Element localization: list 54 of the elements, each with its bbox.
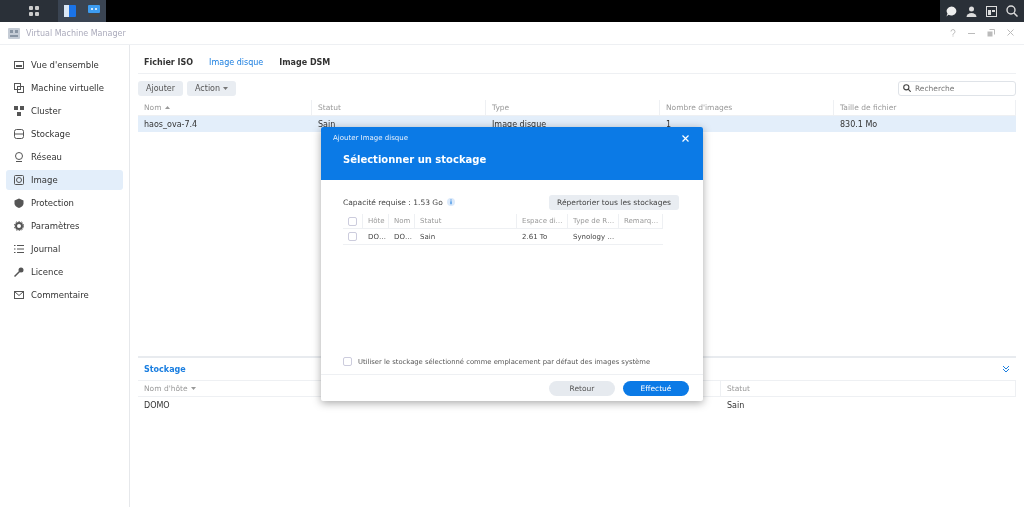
panel-title: Stockage bbox=[144, 364, 186, 374]
table-cell: 830.1 Mo bbox=[834, 116, 1016, 132]
dialog-title: Sélectionner un stockage bbox=[342, 153, 488, 165]
widget-icon[interactable] bbox=[986, 5, 997, 17]
key-icon bbox=[14, 267, 24, 277]
search-icon[interactable] bbox=[1006, 5, 1018, 17]
shield-icon bbox=[14, 198, 24, 208]
sidebar-item[interactable]: Protection bbox=[6, 193, 123, 213]
add-button[interactable]: Ajouter bbox=[138, 80, 183, 96]
app-grid-icon[interactable] bbox=[29, 6, 39, 16]
dashboard-icon bbox=[14, 60, 24, 70]
chat-icon[interactable] bbox=[946, 5, 957, 17]
window-title: Virtual Machine Manager bbox=[26, 28, 127, 38]
collapse-chevron-icon[interactable] bbox=[1002, 365, 1010, 373]
checkbox[interactable] bbox=[348, 216, 357, 226]
info-icon[interactable] bbox=[446, 198, 455, 206]
table-cell: haos_ova-7.4 bbox=[138, 116, 312, 132]
tab[interactable]: Image disque bbox=[209, 51, 264, 73]
dropdown-button[interactable]: Action bbox=[187, 80, 237, 96]
close-icon[interactable] bbox=[1007, 29, 1014, 36]
table-cell: 1 bbox=[660, 116, 834, 132]
sidebar-item[interactable]: Paramètres bbox=[6, 216, 123, 236]
list-icon bbox=[14, 244, 24, 254]
search-icon bbox=[903, 84, 911, 92]
checkbox[interactable] bbox=[343, 357, 352, 366]
sort-up-icon bbox=[164, 106, 170, 109]
sidebar-item[interactable]: Réseau bbox=[6, 147, 123, 167]
sidebar-item[interactable]: Commentaire bbox=[6, 285, 123, 305]
storage-icon bbox=[14, 129, 24, 139]
checkbox[interactable] bbox=[348, 232, 357, 241]
sort-down-icon bbox=[190, 387, 196, 390]
file-station-icon[interactable] bbox=[64, 5, 76, 17]
computer-icon[interactable] bbox=[88, 5, 100, 17]
user-icon[interactable] bbox=[966, 5, 977, 17]
sidebar-item[interactable]: Vue d'ensemble bbox=[6, 55, 123, 75]
mail-icon bbox=[14, 290, 24, 300]
table-cell-text: Sain bbox=[726, 399, 746, 412]
image-icon bbox=[14, 175, 24, 185]
caret-icon bbox=[223, 86, 229, 90]
tab[interactable]: Image DSM bbox=[279, 51, 331, 73]
copy-icon bbox=[14, 83, 24, 93]
sidebar-item[interactable]: Cluster bbox=[6, 101, 123, 121]
sidebar-item[interactable]: Machine virtuelle bbox=[6, 78, 123, 98]
network-icon bbox=[14, 152, 24, 162]
cluster-icon bbox=[14, 106, 24, 116]
tab[interactable]: Fichier ISO bbox=[144, 51, 194, 73]
sidebar-item[interactable]: Stockage bbox=[6, 124, 123, 144]
table-cell-text: DOMO bbox=[143, 399, 171, 412]
sidebar-item[interactable]: Image bbox=[6, 170, 123, 190]
settings-icon bbox=[14, 221, 24, 231]
sidebar-item[interactable]: Journal bbox=[6, 239, 123, 259]
sidebar-item[interactable]: Licence bbox=[6, 262, 123, 282]
restore-icon[interactable] bbox=[987, 29, 995, 37]
app-logo-icon bbox=[8, 27, 20, 39]
